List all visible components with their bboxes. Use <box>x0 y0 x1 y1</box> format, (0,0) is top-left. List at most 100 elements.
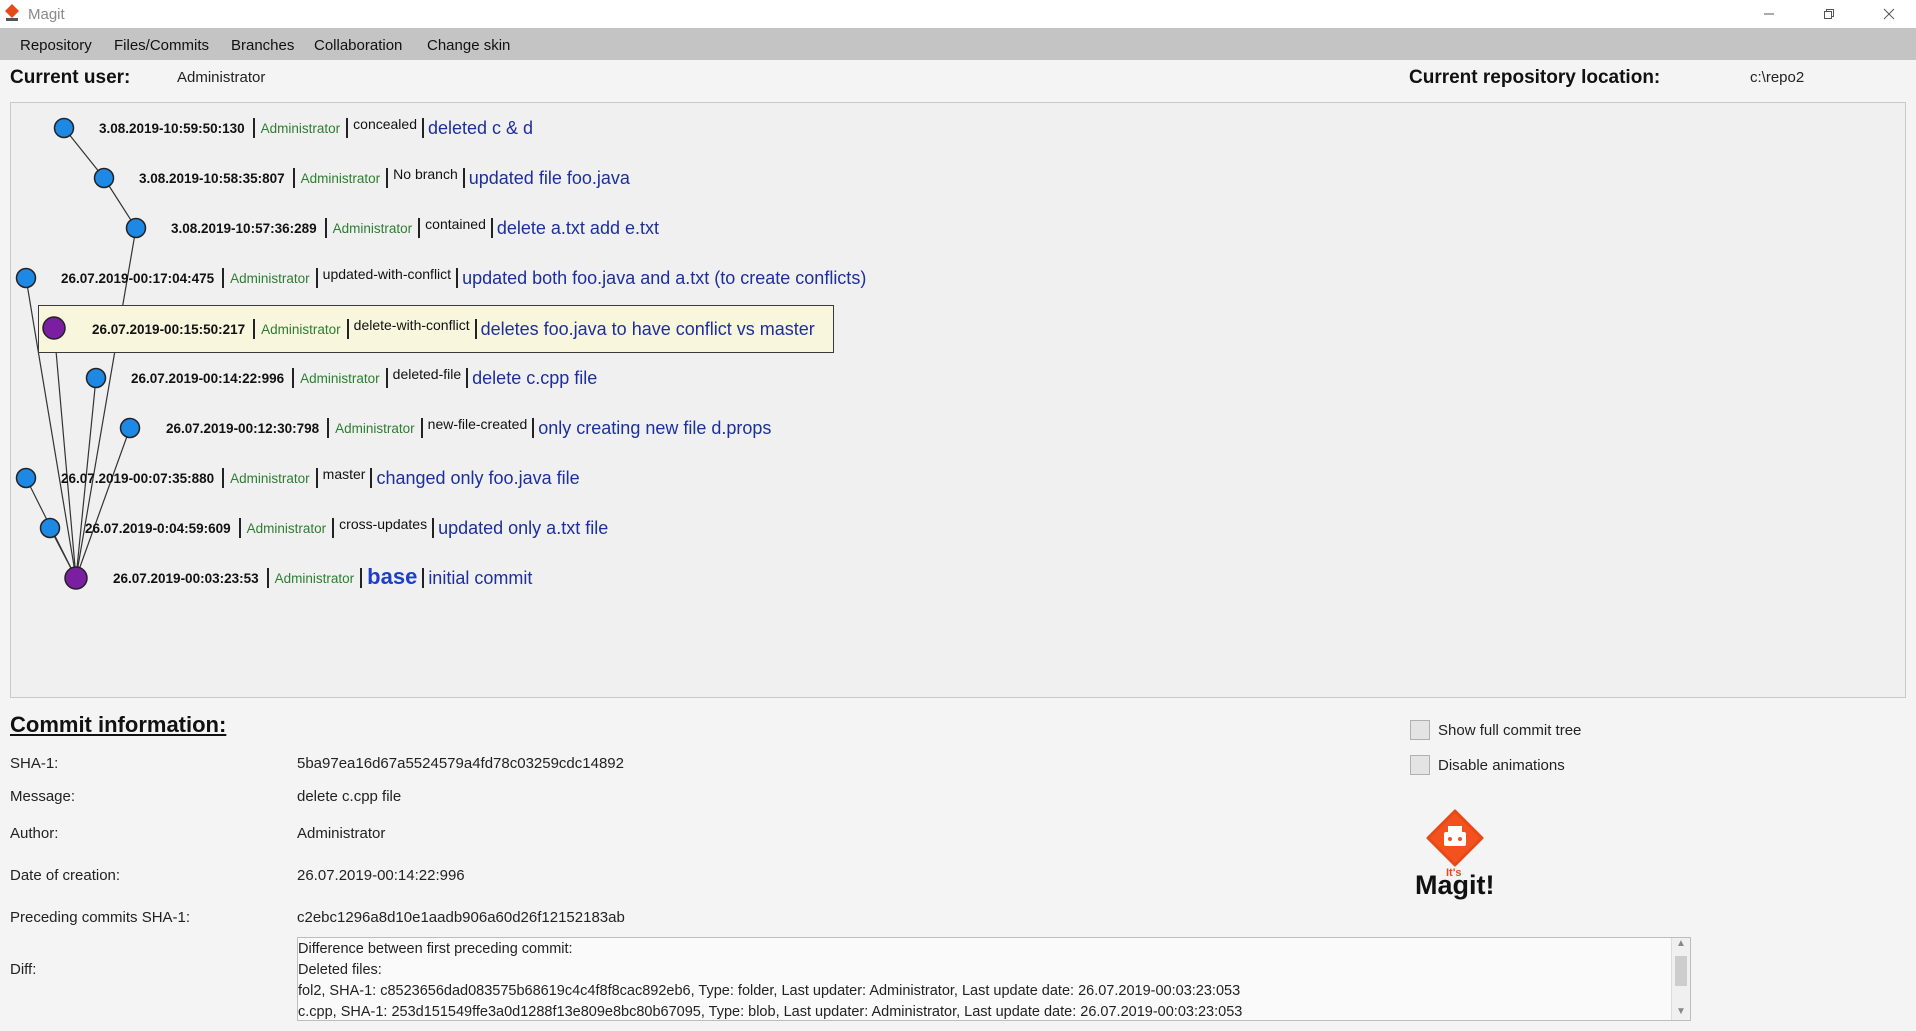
diff-line: Deleted files: <box>298 962 382 978</box>
commit-date: 26.07.2019-00:07:35:880 <box>61 470 215 486</box>
commit-author: Administrator <box>261 321 341 337</box>
commit-author: Administrator <box>300 170 381 186</box>
commit-branch: concealed <box>353 116 417 132</box>
commit-date: 3.08.2019-10:59:50:130 <box>99 120 245 136</box>
separator <box>266 568 269 588</box>
separator <box>253 319 256 339</box>
commit-date: 26.07.2019-0:04:59:609 <box>85 520 231 536</box>
disable-animations-option[interactable]: Disable animations <box>1410 755 1565 775</box>
commit-author: Administrator <box>230 270 310 286</box>
separator <box>315 268 318 288</box>
separator <box>418 218 421 238</box>
author-value: Administrator <box>297 825 386 842</box>
separator <box>420 418 423 438</box>
diff-line: c.cpp, SHA-1: 253d151549ffe3a0d1288f13e8… <box>298 1004 1243 1020</box>
show-full-tree-label: Show full commit tree <box>1438 721 1582 739</box>
show-full-tree-option[interactable]: Show full commit tree <box>1410 720 1581 740</box>
sha-label: SHA-1: <box>10 755 59 772</box>
commit-message: initial commit <box>428 567 533 588</box>
preceding-value: c2ebc1296a8d10e1aadb906a60d26f12152183ab <box>297 909 625 926</box>
commit-branch: base <box>367 564 418 589</box>
commit-row[interactable]: 3.08.2019-10:58:35:807 Administrator No … <box>139 164 630 192</box>
commit-message: deleted c & d <box>427 117 534 138</box>
commit-branch: cross-updates <box>339 516 428 532</box>
commit-date: 26.07.2019-00:17:04:475 <box>61 270 215 286</box>
separator <box>490 218 493 238</box>
commit-row[interactable]: 26.07.2019-0:04:59:609 Administrator cro… <box>85 514 608 542</box>
separator <box>315 468 318 488</box>
separator <box>432 518 435 538</box>
separator <box>370 468 373 488</box>
commit-message: delete a.txt add e.txt <box>496 217 659 238</box>
commit-node[interactable] <box>119 417 141 439</box>
commit-row[interactable]: 26.07.2019-00:17:04:475 Administrator up… <box>61 264 866 292</box>
preceding-label: Preceding commits SHA-1: <box>10 909 191 926</box>
separator <box>292 168 295 188</box>
commit-date: 26.07.2019-00:14:22:996 <box>131 370 285 386</box>
separator <box>421 118 424 138</box>
separator <box>532 418 535 438</box>
commit-node[interactable] <box>85 367 107 389</box>
commit-node[interactable] <box>125 217 147 239</box>
message-value: delete c.cpp file <box>297 788 402 805</box>
disable-animations-label: Disable animations <box>1438 756 1565 774</box>
commit-author: Administrator <box>332 220 413 236</box>
commit-row[interactable]: 26.07.2019-00:07:35:880 Administrator ma… <box>61 464 580 492</box>
commit-info-title: Commit information: <box>10 712 227 737</box>
commit-author: Administrator <box>300 370 380 386</box>
separator <box>222 468 225 488</box>
commit-date: 3.08.2019-10:57:36:289 <box>171 220 317 236</box>
commit-branch: contained <box>425 216 486 232</box>
separator <box>222 268 225 288</box>
commit-node[interactable] <box>15 467 37 489</box>
separator <box>462 168 465 188</box>
commit-node-head[interactable] <box>42 316 66 340</box>
separator <box>474 319 477 339</box>
scroll-thumb[interactable] <box>1675 956 1687 986</box>
diff-line: fol2, SHA-1: c8523656dad083575b68619c4c4… <box>298 983 1241 999</box>
commit-message: updated file foo.java <box>468 167 630 188</box>
diff-textarea[interactable]: Difference between first preceding commi… <box>297 937 1691 1021</box>
commit-node[interactable] <box>15 267 37 289</box>
commit-branch: master <box>322 466 366 482</box>
commit-date: 3.08.2019-10:58:35:807 <box>139 170 285 186</box>
commit-row[interactable]: 3.08.2019-10:59:50:130 Administrator con… <box>99 114 533 142</box>
commit-message: only creating new file d.props <box>538 417 772 438</box>
separator <box>385 368 388 388</box>
separator <box>466 368 469 388</box>
date-value: 26.07.2019-00:14:22:996 <box>297 867 465 884</box>
sha-value: 5ba97ea16d67a5524579a4fd78c03259cdc14892 <box>297 755 624 772</box>
commit-date: 26.07.2019-00:12:30:798 <box>166 420 320 436</box>
disable-animations-checkbox[interactable] <box>1410 755 1430 775</box>
separator <box>456 268 459 288</box>
separator <box>324 218 327 238</box>
commit-row[interactable]: 26.07.2019-00:14:22:996 Administrator de… <box>131 364 597 392</box>
commit-node[interactable] <box>93 167 115 189</box>
author-label: Author: <box>10 825 59 842</box>
commit-branch: deleted-file <box>392 366 462 382</box>
separator <box>252 118 255 138</box>
commit-node[interactable] <box>39 517 61 539</box>
commit-node-root[interactable] <box>64 566 88 590</box>
separator <box>292 368 295 388</box>
separator <box>332 518 335 538</box>
commit-date: 26.07.2019-00:15:50:217 <box>92 321 246 337</box>
scroll-down-icon[interactable]: ▼ <box>1676 1006 1686 1017</box>
scroll-up-icon[interactable]: ▲ <box>1676 938 1686 949</box>
commit-date: 26.07.2019-00:03:23:53 <box>113 570 259 586</box>
commit-branch: updated-with-conflict <box>322 266 452 282</box>
separator <box>422 568 425 588</box>
diff-label: Diff: <box>10 961 37 978</box>
message-label: Message: <box>10 788 76 805</box>
commit-author: Administrator <box>246 520 327 536</box>
commit-message: delete c.cpp file <box>472 367 598 388</box>
commit-row[interactable]: 26.07.2019-00:12:30:798 Administrator ne… <box>166 414 771 442</box>
commit-author: Administrator <box>260 120 341 136</box>
commit-row-selected[interactable]: 26.07.2019-00:15:50:217 Administrator de… <box>92 315 815 343</box>
commit-row[interactable]: 3.08.2019-10:57:36:289 Administrator con… <box>171 214 659 242</box>
commit-node[interactable] <box>53 117 75 139</box>
diff-scrollbar[interactable]: ▲ ▼ <box>1671 938 1690 1020</box>
show-full-tree-checkbox[interactable] <box>1410 720 1430 740</box>
commit-author: Administrator <box>335 420 415 436</box>
commit-row[interactable]: 26.07.2019-00:03:23:53 Administrator bas… <box>113 564 532 592</box>
